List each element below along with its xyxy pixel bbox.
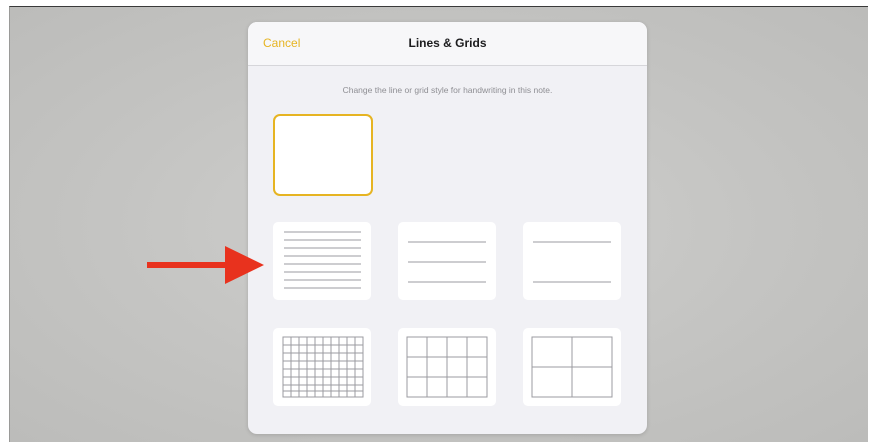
style-option-grid-large[interactable]	[523, 328, 621, 406]
red-arrow-icon	[147, 246, 264, 284]
style-option-blank[interactable]	[273, 114, 373, 196]
style-option-lines-large[interactable]	[523, 222, 621, 300]
screenshot-frame: Cancel Lines & Grids Change the line or …	[0, 0, 870, 444]
sheet-navigation-bar: Cancel Lines & Grids	[248, 22, 647, 66]
lined-paper-large-icon	[533, 241, 611, 283]
grid-paper-medium-icon	[406, 336, 488, 398]
lined-paper-small-icon	[284, 231, 361, 289]
style-option-lines-medium[interactable]	[398, 222, 496, 300]
sheet-description: Change the line or grid style for handwr…	[342, 85, 553, 95]
blank-page-icon	[275, 116, 371, 194]
style-option-lines-small[interactable]	[273, 222, 371, 300]
grid-paper-small-icon	[282, 336, 364, 398]
style-option-grid-medium[interactable]	[398, 328, 496, 406]
grid-paper-large-icon	[531, 336, 613, 398]
lines-grids-sheet: Cancel Lines & Grids Change the line or …	[248, 22, 647, 434]
style-option-grid-small[interactable]	[273, 328, 371, 406]
sheet-title: Lines & Grids	[408, 36, 487, 50]
lined-paper-medium-icon	[408, 241, 486, 283]
